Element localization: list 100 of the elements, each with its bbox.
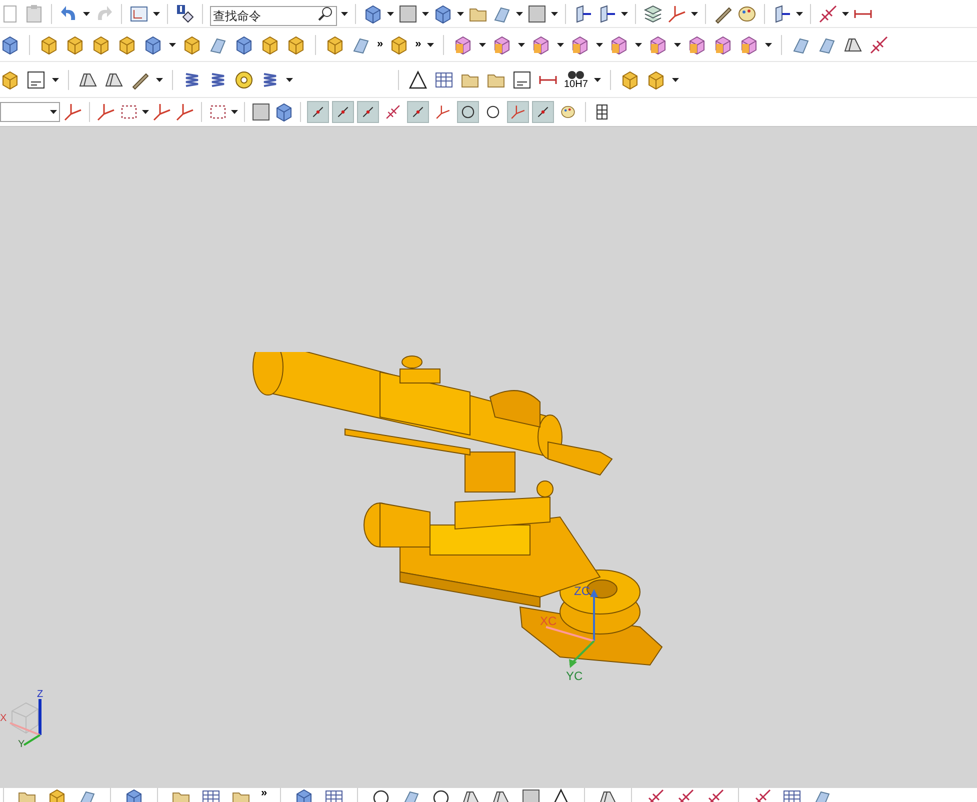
snap-toggle-button[interactable] xyxy=(407,101,429,123)
cube-icon[interactable] xyxy=(117,34,137,54)
table-icon[interactable] xyxy=(434,70,454,90)
axes-icon[interactable] xyxy=(96,102,116,122)
snap-toggle-button[interactable] xyxy=(357,101,379,123)
snap-toggle-button[interactable] xyxy=(457,101,479,123)
dropdown-caret-icon[interactable] xyxy=(83,12,90,16)
axis-label: Y xyxy=(18,738,25,752)
cube-icon[interactable] xyxy=(65,34,85,54)
cube-icon[interactable] xyxy=(234,34,254,54)
cube-icon[interactable] xyxy=(739,34,760,54)
hatch-icon[interactable] xyxy=(818,4,838,24)
cube-icon[interactable] xyxy=(143,34,163,54)
snap-toggle-button[interactable] xyxy=(307,101,329,123)
cube-icon[interactable] xyxy=(182,34,202,54)
snap-icon xyxy=(535,104,551,120)
dropdown-caret-icon[interactable] xyxy=(596,42,604,46)
dropdown-caret-icon[interactable] xyxy=(153,12,160,16)
dropdown-caret-icon[interactable] xyxy=(518,42,526,46)
dropdown-caret-icon[interactable] xyxy=(52,78,59,82)
cube-icon[interactable] xyxy=(363,4,383,24)
square-icon[interactable] xyxy=(398,4,418,24)
dropdown-caret-icon[interactable] xyxy=(341,12,348,16)
dropdown-caret-icon[interactable] xyxy=(142,110,149,114)
cube-icon[interactable] xyxy=(687,34,708,54)
snap-toggle-button[interactable] xyxy=(332,101,354,123)
search-icon[interactable] xyxy=(317,6,333,22)
axis-label: Z xyxy=(37,688,44,702)
dropdown-caret-icon[interactable] xyxy=(691,12,698,16)
toolbar-overflow-button[interactable]: » xyxy=(377,39,384,50)
hatch-icon[interactable] xyxy=(869,34,890,54)
fit-tolerance-button[interactable]: 10H7 xyxy=(564,70,588,90)
cube-icon[interactable] xyxy=(274,102,294,122)
cube-icon[interactable] xyxy=(713,34,734,54)
axes-icon[interactable] xyxy=(667,4,687,24)
cube-icon[interactable] xyxy=(609,34,630,54)
cube-icon[interactable] xyxy=(570,34,590,54)
toolbar-overflow-button[interactable]: » xyxy=(415,39,422,50)
triangle-icon[interactable] xyxy=(408,70,428,90)
cube-icon[interactable] xyxy=(286,34,306,54)
cube-icon[interactable] xyxy=(620,70,640,90)
cube-icon[interactable] xyxy=(492,34,512,54)
info-icon[interactable] xyxy=(175,4,195,24)
cube-icon[interactable] xyxy=(648,34,668,54)
dropdown-caret-icon[interactable] xyxy=(231,110,238,114)
dropdown-caret-icon[interactable] xyxy=(50,110,57,114)
table-icon[interactable] xyxy=(324,788,344,802)
dropdown-caret-icon[interactable] xyxy=(557,42,564,46)
tape-icon[interactable] xyxy=(234,70,254,90)
dropdown-caret-icon[interactable] xyxy=(594,78,601,82)
table-icon[interactable] xyxy=(201,788,221,802)
axes-icon[interactable] xyxy=(175,102,195,122)
square-icon[interactable] xyxy=(251,102,271,122)
note-icon[interactable] xyxy=(512,70,532,90)
cube-icon[interactable] xyxy=(294,788,314,802)
dropdown-caret-icon[interactable] xyxy=(286,78,293,82)
dropdown-caret-icon[interactable] xyxy=(516,12,523,16)
search-field[interactable]: 查找命令 xyxy=(210,6,337,26)
snap-toggle-button[interactable] xyxy=(532,101,554,123)
toolbar-overflow-button[interactable]: » xyxy=(261,788,268,799)
dropdown-caret-icon[interactable] xyxy=(765,42,772,46)
dropdown-caret-icon[interactable] xyxy=(621,12,628,16)
cube-icon[interactable] xyxy=(531,34,552,54)
cube-icon[interactable] xyxy=(124,788,144,802)
cube-icon[interactable] xyxy=(646,70,666,90)
dropdown-caret-icon[interactable] xyxy=(674,42,682,46)
dropdown-caret-icon[interactable] xyxy=(387,12,394,16)
axes-icon xyxy=(435,104,451,120)
palette-icon[interactable] xyxy=(737,4,757,24)
dropdown-caret-icon[interactable] xyxy=(551,12,558,16)
window-icon[interactable] xyxy=(129,4,149,24)
layers-icon[interactable] xyxy=(643,4,663,24)
cube-icon[interactable] xyxy=(325,34,345,54)
cube-icon[interactable] xyxy=(389,34,410,54)
table-icon[interactable] xyxy=(782,788,802,802)
dropdown-caret-icon[interactable] xyxy=(672,78,679,82)
dropdown-caret-icon[interactable] xyxy=(457,12,464,16)
clipboard-icon[interactable] xyxy=(24,4,44,24)
dropdown-caret-icon[interactable] xyxy=(156,78,163,82)
axes-icon[interactable] xyxy=(152,102,172,122)
cube-icon[interactable] xyxy=(0,34,20,54)
dropdown-caret-icon[interactable] xyxy=(635,42,642,46)
circle-icon xyxy=(460,104,476,120)
dropdown-caret-icon[interactable] xyxy=(796,12,803,16)
cube-icon[interactable] xyxy=(260,34,280,54)
snap-toggle-button[interactable] xyxy=(507,101,529,123)
dropdown-caret-icon[interactable] xyxy=(842,12,849,16)
cube-icon[interactable] xyxy=(39,34,59,54)
dropdown-caret-icon[interactable] xyxy=(169,42,176,46)
axes-icon[interactable] xyxy=(63,102,83,122)
cube-icon[interactable] xyxy=(47,788,67,802)
square-icon[interactable] xyxy=(527,4,547,24)
cube-icon[interactable] xyxy=(91,34,111,54)
note-icon[interactable] xyxy=(26,70,46,90)
cube-icon[interactable] xyxy=(0,70,20,90)
cube-icon[interactable] xyxy=(453,34,474,54)
dropdown-caret-icon[interactable] xyxy=(479,42,486,46)
cube-icon[interactable] xyxy=(433,4,453,24)
dropdown-caret-icon[interactable] xyxy=(427,42,434,46)
dropdown-caret-icon[interactable] xyxy=(422,12,429,16)
